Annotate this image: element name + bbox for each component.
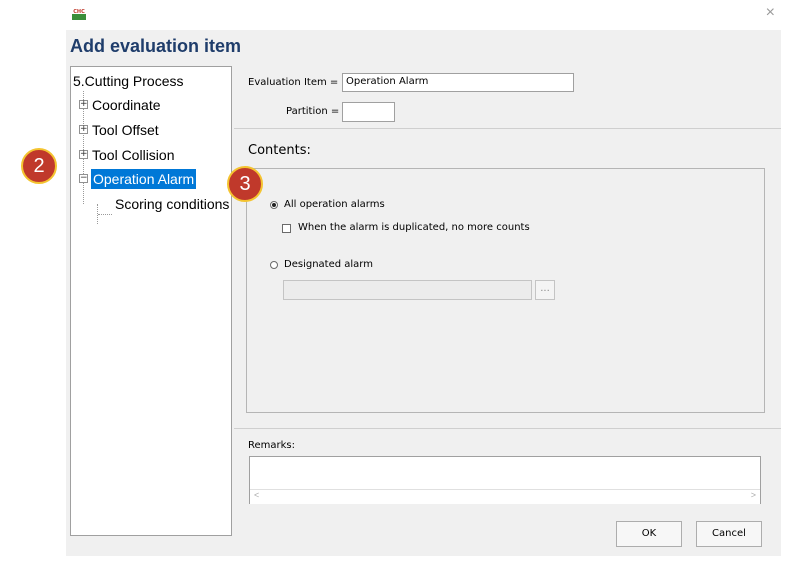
radio-all-alarms[interactable] <box>270 201 278 209</box>
radio-designated-alarm[interactable] <box>270 261 278 269</box>
separator <box>234 428 781 429</box>
tree-item-label: Tool Offset <box>92 122 159 138</box>
remarks-label: Remarks: <box>248 440 296 451</box>
tree-item-label-selected: Operation Alarm <box>91 169 197 189</box>
dialog-title: Add evaluation item <box>70 36 242 56</box>
separator <box>234 128 781 129</box>
title-bar: CHC × <box>66 0 781 30</box>
partition-input[interactable] <box>342 102 395 122</box>
evaluation-item-input[interactable]: Operation Alarm <box>342 73 574 92</box>
contents-label: Contents: <box>248 143 311 158</box>
scroll-right-icon[interactable]: > <box>751 490 756 500</box>
tree-item-scoring-conditions[interactable]: Scoring conditions <box>115 194 229 214</box>
designated-alarm-input <box>283 280 532 300</box>
tree-root-label: 5.Cutting Process <box>73 73 184 89</box>
annotation-badge-3: 3 <box>227 166 263 202</box>
annotation-badge-2: 2 <box>21 148 57 184</box>
tree-root[interactable]: 5.Cutting Process <box>73 71 184 91</box>
radio-designated-alarm-label: Designated alarm <box>284 259 373 270</box>
duplicate-checkbox-label: When the alarm is duplicated, no more co… <box>298 222 530 233</box>
collapse-icon[interactable]: − <box>79 174 88 183</box>
tree-item-label: Tool Collision <box>92 147 175 163</box>
tree-item-label: Coordinate <box>92 97 161 113</box>
ok-button[interactable]: OK <box>616 521 682 547</box>
add-evaluation-dialog: CHC × Add evaluation item 5.Cutting Proc… <box>66 0 781 556</box>
close-icon[interactable]: × <box>766 5 775 21</box>
evaluation-item-label: Evaluation Item = <box>248 77 339 88</box>
svg-text:CHC: CHC <box>73 9 85 15</box>
remarks-textarea[interactable]: < > <box>249 456 761 504</box>
contents-group: All operation alarms When the alarm is d… <box>246 168 765 413</box>
app-logo-icon: CHC <box>72 8 86 20</box>
remarks-scrollbar[interactable]: < > <box>250 489 760 504</box>
category-tree[interactable]: 5.Cutting Process + Coordinate + Tool Of… <box>70 66 232 536</box>
cancel-button[interactable]: Cancel <box>696 521 762 547</box>
expand-icon[interactable]: + <box>79 100 88 109</box>
tree-connector-child-h <box>98 214 112 215</box>
expand-icon[interactable]: + <box>79 150 88 159</box>
duplicate-checkbox[interactable] <box>282 224 291 233</box>
expand-icon[interactable]: + <box>79 125 88 134</box>
partition-label: Partition = <box>286 106 340 117</box>
radio-all-alarms-label: All operation alarms <box>284 199 385 210</box>
browse-button[interactable]: ... <box>535 280 555 300</box>
tree-item-label: Scoring conditions <box>115 196 230 212</box>
scroll-left-icon[interactable]: < <box>254 490 259 500</box>
